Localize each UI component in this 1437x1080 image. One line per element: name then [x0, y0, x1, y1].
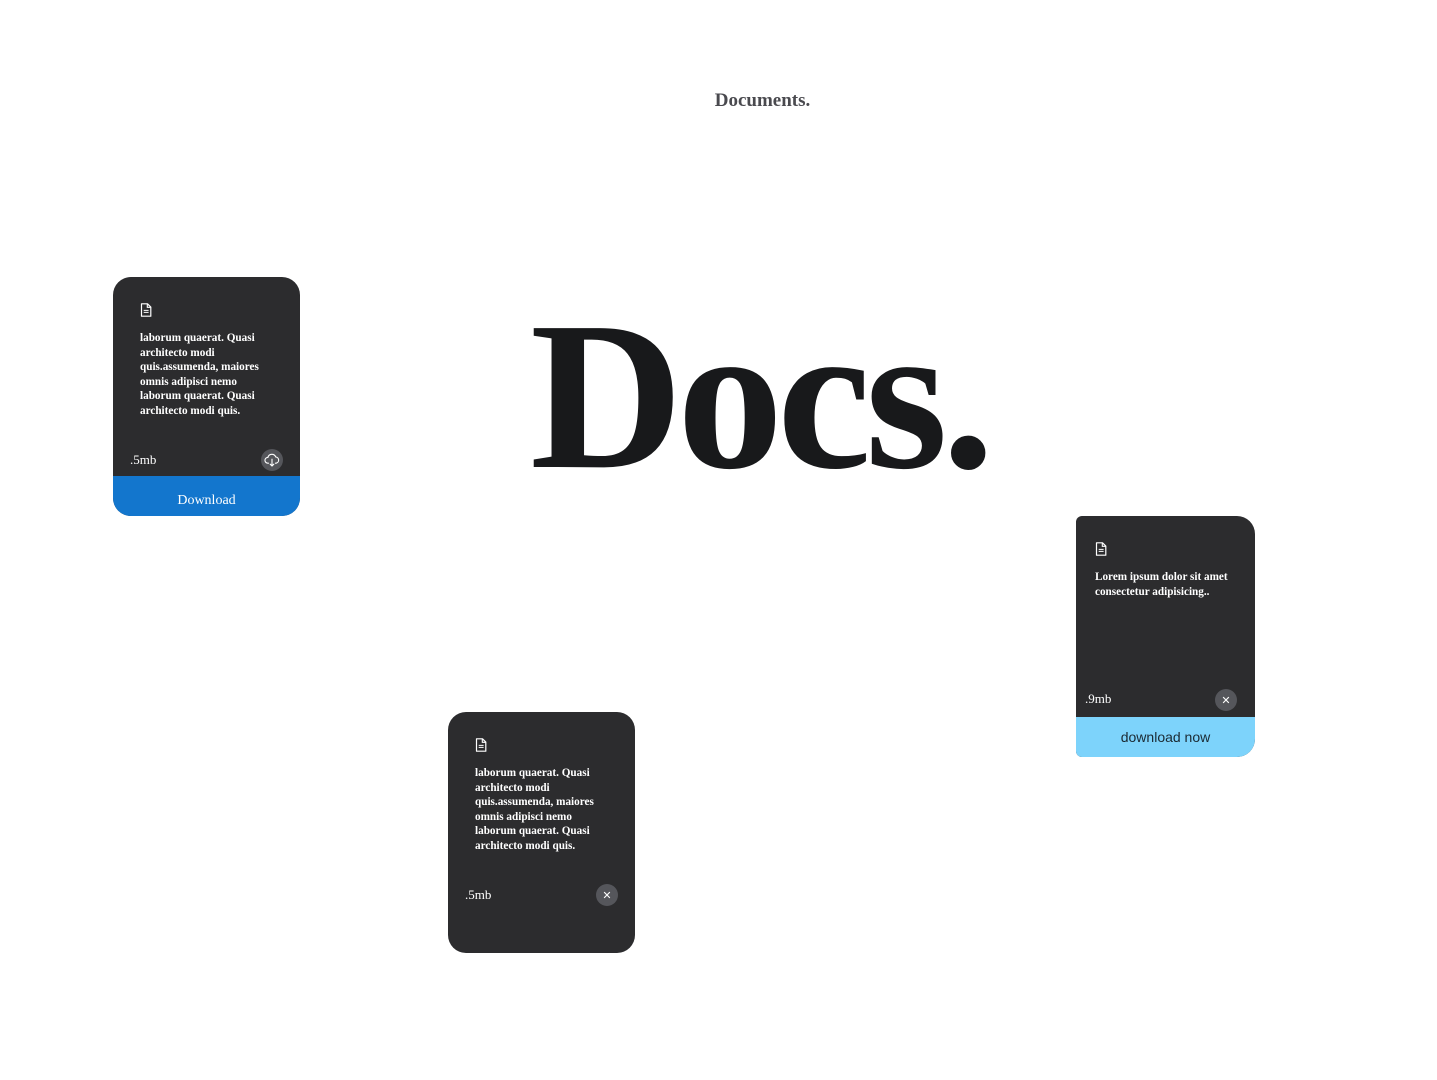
download-button[interactable]: Download — [113, 476, 300, 516]
close-button[interactable]: ✕ — [1215, 689, 1237, 711]
cloud-download-icon — [264, 453, 280, 467]
page-subtitle: Documents. — [714, 90, 811, 111]
document-card-1: laborum quaerat. Quasi architecto modi q… — [113, 277, 300, 516]
download-now-button[interactable]: download now — [1076, 717, 1255, 757]
document-icon — [475, 738, 487, 752]
document-card-3: Lorem ipsum dolor sit amet consectetur a… — [1076, 516, 1255, 757]
cloud-download-button[interactable] — [261, 449, 283, 471]
file-size: .9mb — [1085, 691, 1112, 706]
close-icon: ✕ — [602, 888, 612, 902]
close-button[interactable]: ✕ — [596, 884, 618, 906]
card-description: laborum quaerat. Quasi architecto modi q… — [140, 332, 259, 417]
document-icon — [1095, 542, 1107, 556]
page-title: Docs. — [530, 278, 995, 513]
card-description: laborum quaerat. Quasi architecto modi q… — [475, 767, 594, 852]
card-description: Lorem ipsum dolor sit amet consectetur a… — [1095, 571, 1228, 598]
document-card-2: laborum quaerat. Quasi architecto modi q… — [448, 712, 635, 953]
page: Documents. Docs. laborum quaerat. Quasi … — [0, 0, 1437, 1080]
file-size: .5mb — [130, 452, 157, 467]
close-icon: ✕ — [1221, 693, 1231, 707]
file-size: .5mb — [465, 887, 492, 902]
document-icon — [140, 303, 152, 317]
